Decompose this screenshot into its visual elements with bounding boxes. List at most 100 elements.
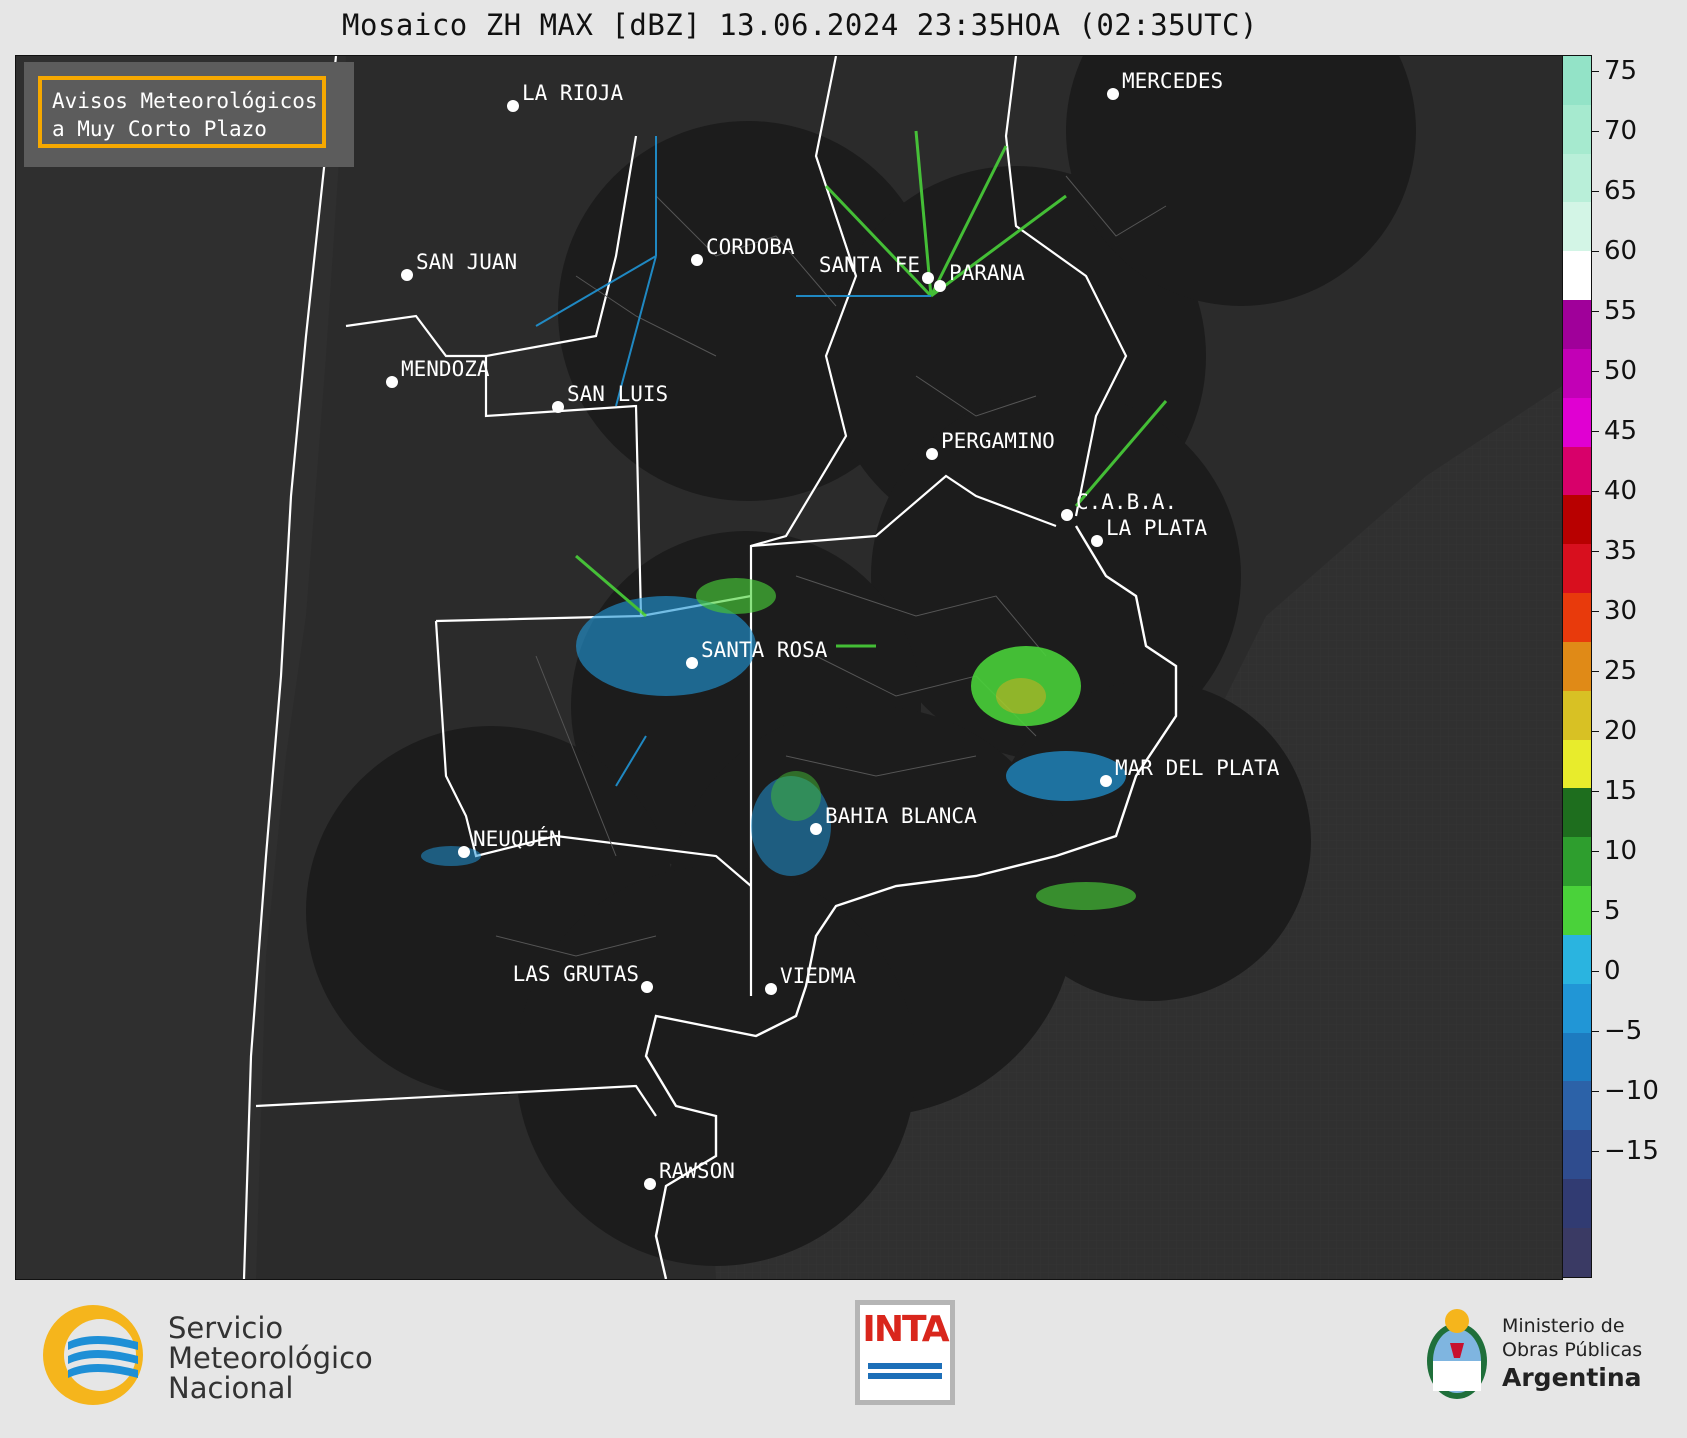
color-scale-segment [1563, 348, 1591, 398]
city-label: MERCEDES [1122, 69, 1223, 93]
color-scale-segment [1563, 104, 1591, 154]
scale-tick [1592, 611, 1599, 612]
scale-tick-label: 30 [1604, 596, 1638, 626]
city-dot [810, 823, 822, 835]
footer: Servicio Meteorológico Nacional INTA Min… [0, 1278, 1687, 1438]
scale-tick-label: 15 [1604, 776, 1638, 806]
city-label: LAS GRUTAS [513, 962, 639, 986]
scale-tick [1592, 371, 1599, 372]
smn-line-3: Nacional [168, 1371, 294, 1405]
scale-tick-label: 10 [1604, 836, 1638, 866]
map-canvas: LA RIOJA MERCEDES CORDOBA SAN JUAN SANTA FE P… [16, 56, 1562, 1279]
color-scale-segment [1563, 1227, 1591, 1277]
alert-panel[interactable]: Avisos Meteorológicos a Muy Corto Plazo [24, 62, 354, 167]
scale-tick-label: 55 [1604, 296, 1638, 326]
city-label: NEUQUÉN [473, 826, 562, 851]
city-dot [934, 280, 946, 292]
city-dot [386, 376, 398, 388]
scale-tick-label: −5 [1604, 1016, 1643, 1046]
scale-tick-label: 5 [1604, 896, 1621, 926]
scale-tick [1592, 71, 1599, 72]
scale-tick [1592, 1031, 1599, 1032]
color-scale-segment [1563, 886, 1591, 935]
scale-tick-label: 45 [1604, 416, 1638, 446]
color-scale-segment [1563, 1081, 1591, 1131]
color-scale-segment [1563, 251, 1591, 301]
color-scale-segment [1563, 641, 1591, 691]
smn-line-2: Meteorológico [168, 1341, 373, 1375]
ministerio-name: Ministerio de Obras Públicas Argentina [1502, 1314, 1642, 1394]
scale-tick-label: 60 [1604, 236, 1638, 266]
scale-tick [1592, 551, 1599, 552]
city-label: BAHIA BLANCA [825, 804, 977, 828]
city-label: SAN JUAN [416, 250, 517, 274]
scale-tick [1592, 971, 1599, 972]
color-scale-segment [1563, 153, 1591, 203]
color-scale-segment [1563, 739, 1591, 789]
city-label: SANTA FE [819, 253, 920, 277]
city-dot [765, 983, 777, 995]
map-title: Mosaico ZH MAX [dBZ] 13.06.2024 23:35HOA… [342, 8, 1258, 42]
color-scale-segment [1563, 788, 1591, 838]
city-label: PERGAMINO [941, 429, 1055, 453]
scale-tick-label: 0 [1604, 956, 1621, 986]
ministerio-line-1: Ministerio de [1502, 1315, 1625, 1337]
city-dot [641, 981, 653, 993]
scale-tick [1592, 791, 1599, 792]
color-scale-segment [1563, 1130, 1591, 1180]
city-label: SANTA ROSA [701, 638, 828, 662]
color-scale-segment [1563, 495, 1591, 545]
city-label: PARANA [949, 261, 1025, 285]
inta-logo: INTA [855, 1300, 955, 1405]
city-label: SAN LUIS [567, 382, 668, 406]
scale-tick-label: 75 [1604, 56, 1638, 86]
color-scale-segment [1563, 593, 1591, 642]
city-label: MENDOZA [401, 357, 490, 381]
scale-tick [1592, 431, 1599, 432]
color-scale-segment [1563, 56, 1591, 105]
city-dot [686, 657, 698, 669]
alert-link[interactable]: Avisos Meteorológicos a Muy Corto Plazo [38, 76, 326, 148]
color-scale-ticks: 75 70 65 60 55 50 45 40 35 30 25 20 15 10 5 0 −5 −10 −15 [1592, 55, 1687, 1278]
city-label: LA PLATA [1106, 516, 1208, 540]
radar-map[interactable]: LA RIOJA MERCEDES CORDOBA SAN JUAN SANTA FE P… [15, 55, 1563, 1280]
city-label: CORDOBA [706, 235, 795, 259]
city-dot [922, 272, 934, 284]
color-scale-segment [1563, 837, 1591, 887]
color-scale-segment [1563, 300, 1591, 349]
scale-tick-label: 25 [1604, 656, 1638, 686]
city-dot [926, 448, 938, 460]
smn-logo-icon [43, 1305, 143, 1405]
scale-tick [1592, 251, 1599, 252]
scale-tick [1592, 1151, 1599, 1152]
inta-wordmark: INTA [862, 1309, 949, 1350]
alert-line-1: Avisos Meteorológicos [52, 89, 318, 113]
city-label: MAR DEL PLATA [1115, 756, 1280, 780]
smn-line-1: Servicio [168, 1311, 284, 1345]
scale-tick [1592, 1091, 1599, 1092]
city-label: VIEDMA [780, 964, 856, 988]
city-dot [1061, 509, 1073, 521]
scale-tick [1592, 851, 1599, 852]
scale-tick [1592, 131, 1599, 132]
city-dot [1107, 88, 1119, 100]
color-scale-segment [1563, 202, 1591, 252]
scale-tick [1592, 731, 1599, 732]
color-scale-segment [1563, 544, 1591, 594]
city-label: C.A.B.A. [1076, 490, 1177, 514]
color-scale-segment [1563, 1032, 1591, 1082]
city-dot [1100, 775, 1112, 787]
scale-tick [1592, 491, 1599, 492]
scale-tick-label: 35 [1604, 536, 1638, 566]
city-dot [507, 100, 519, 112]
scale-tick-label: −10 [1604, 1076, 1659, 1106]
scale-tick [1592, 191, 1599, 192]
argentina-coat-of-arms-icon [1427, 1309, 1487, 1399]
scale-tick-label: 40 [1604, 476, 1638, 506]
scale-tick-label: 20 [1604, 716, 1638, 746]
scale-tick [1592, 671, 1599, 672]
scale-tick-label: 70 [1604, 116, 1638, 146]
color-scale-bar [1562, 55, 1592, 1278]
scale-tick-label: −15 [1604, 1136, 1659, 1166]
city-dot [691, 254, 703, 266]
